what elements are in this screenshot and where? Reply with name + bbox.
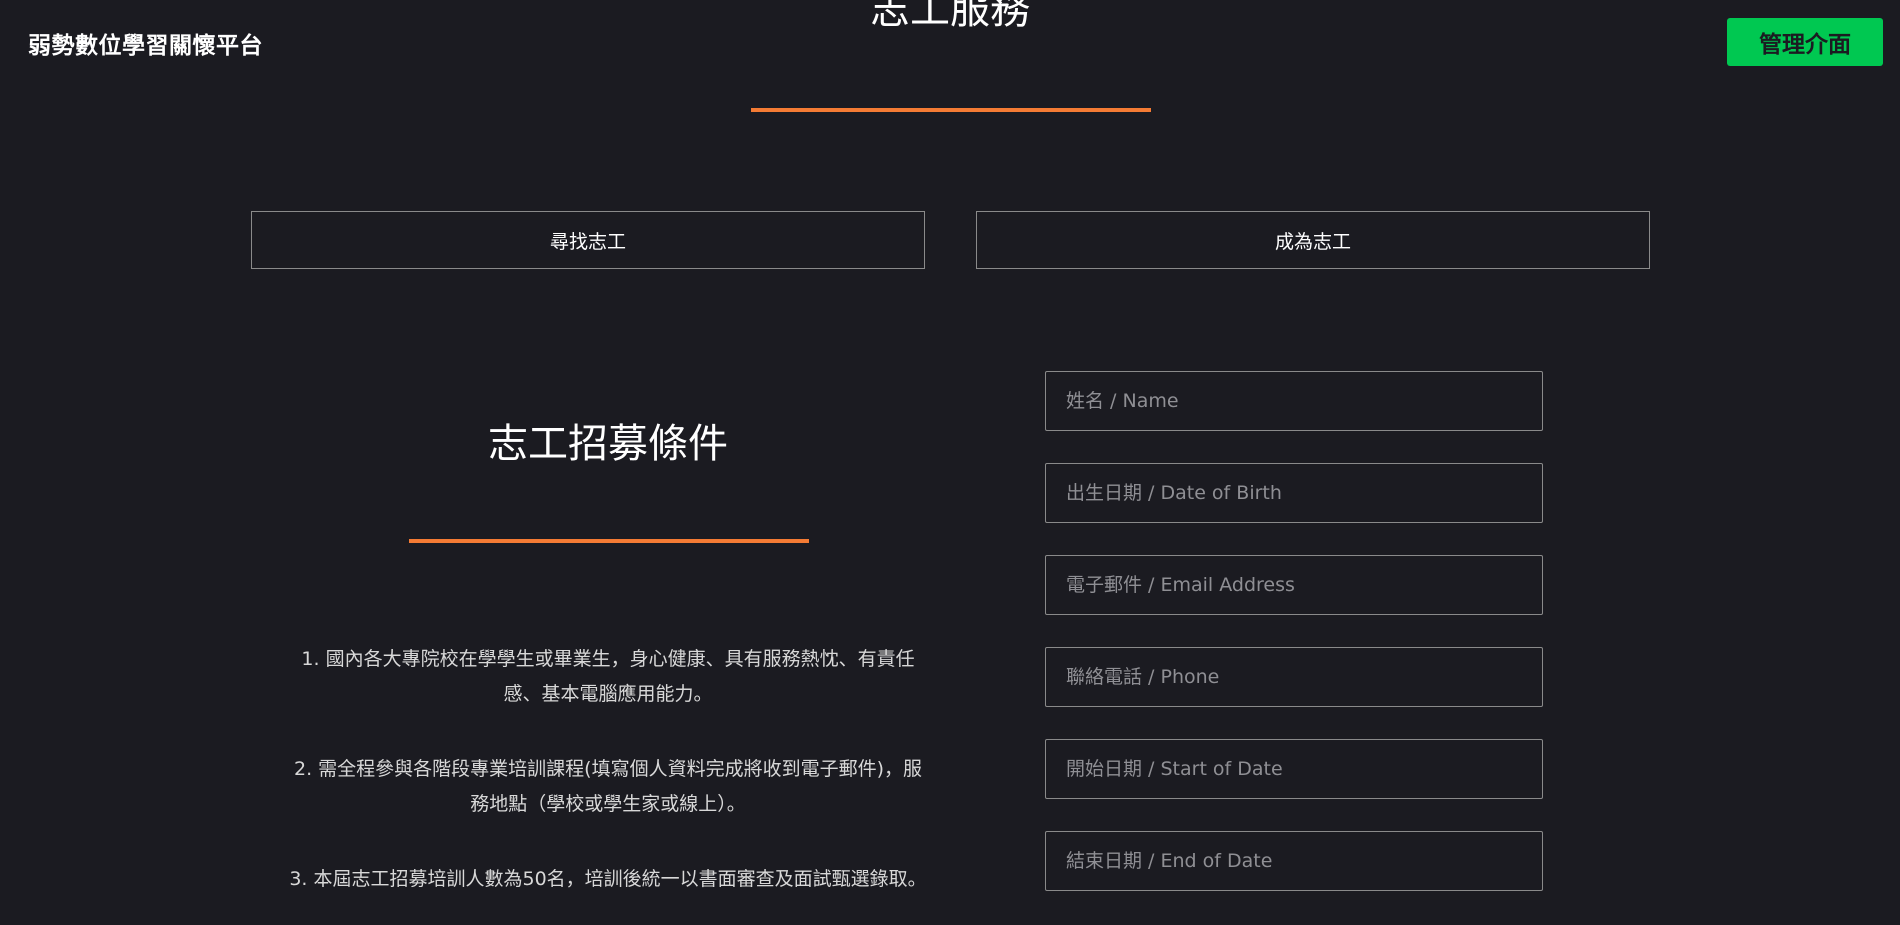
tab-become-volunteer[interactable]: 成為志工: [976, 211, 1650, 269]
recruitment-criteria: 1. 國內各大專院校在學學生或畢業生，身心健康、具有服務熱忱、有責任感、基本電腦…: [288, 642, 928, 925]
criteria-item: 2. 需全程參與各階段專業培訓課程(填寫個人資料完成將收到電子郵件)，服務地點（…: [294, 758, 922, 815]
end-date-field[interactable]: [1045, 831, 1543, 891]
name-field[interactable]: [1045, 371, 1543, 431]
criteria-item: 3. 本屆志工招募培訓人數為50名，培訓後統一以書面審查及面試甄選錄取。: [289, 868, 927, 890]
date-of-birth-field[interactable]: [1045, 463, 1543, 523]
recruitment-title: 志工招募條件: [488, 421, 728, 467]
section-title-underline: [751, 108, 1151, 112]
tab-find-volunteer[interactable]: 尋找志工: [251, 211, 925, 269]
criteria-item: 1. 國內各大專院校在學學生或畢業生，身心健康、具有服務熱忱、有責任感、基本電腦…: [301, 648, 915, 705]
recruitment-title-underline: [409, 539, 809, 543]
section-title: 志工服務: [870, 0, 1030, 33]
start-date-field[interactable]: [1045, 739, 1543, 799]
volunteer-form: [1045, 371, 1543, 923]
phone-field[interactable]: [1045, 647, 1543, 707]
email-field[interactable]: [1045, 555, 1543, 615]
volunteer-page: 弱勢數位學習關懷平台 管理介面 志工服務 尋找志工 成為志工 志工招募條件 1.…: [0, 0, 1900, 925]
